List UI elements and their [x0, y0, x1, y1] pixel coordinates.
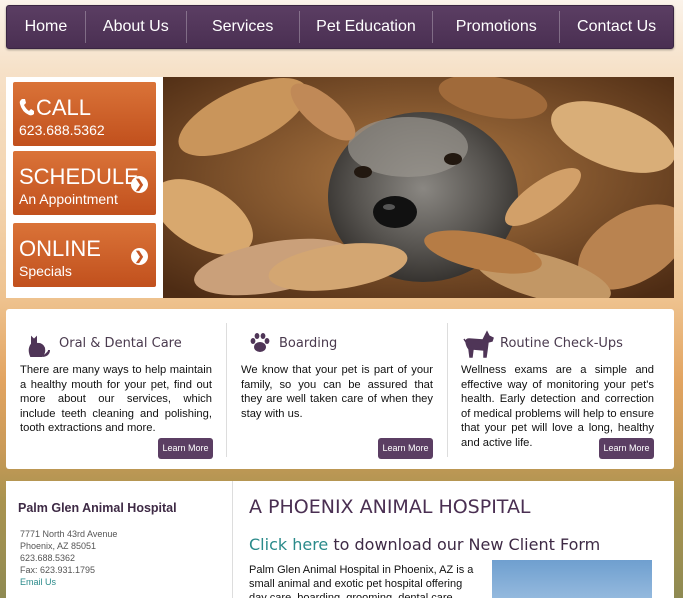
schedule-title: SCHEDULE: [19, 164, 139, 189]
online-title: ONLINE: [19, 236, 101, 261]
email-link[interactable]: Email Us: [20, 576, 117, 588]
download-form-link[interactable]: Click here: [249, 535, 328, 554]
schedule-subtitle: An Appointment: [19, 191, 118, 207]
service-title: Boarding: [279, 336, 338, 351]
service-description: We know that your pet is part of your fa…: [241, 364, 433, 420]
nav-home[interactable]: Home: [7, 11, 85, 43]
contact-panel: Palm Glen Animal Hospital 7771 North 43r…: [6, 481, 232, 598]
service-card-checkups: Routine Check-Ups Wellness exams are a s…: [448, 309, 674, 469]
service-title: Oral & Dental Care: [59, 336, 182, 351]
download-form-text: to download our New Client Form: [328, 535, 601, 554]
cta-column: CALL 623.688.5362 SCHEDULE An Appointmen…: [6, 77, 163, 298]
learn-more-button[interactable]: Learn More: [599, 438, 654, 459]
learn-more-button[interactable]: Learn More: [158, 438, 213, 459]
learn-more-button[interactable]: Learn More: [378, 438, 433, 459]
services-panel: Oral & Dental Care There are many ways t…: [6, 309, 674, 469]
service-card-boarding: Boarding We know that your pet is part o…: [227, 309, 447, 469]
fax-number: Fax: 623.931.1795: [20, 565, 96, 575]
hero-image: [163, 77, 674, 298]
chevron-right-icon: ❯: [131, 248, 148, 265]
nav-pet-education[interactable]: Pet Education: [300, 11, 433, 43]
nav-about-us[interactable]: About Us: [86, 11, 186, 43]
call-title: CALL: [36, 95, 92, 120]
nav-services[interactable]: Services: [187, 11, 299, 43]
service-card-dental: Oral & Dental Care There are many ways t…: [6, 309, 226, 469]
cat-icon: [25, 331, 51, 362]
service-description: There are many ways to help maintain a h…: [20, 364, 212, 434]
address-line-2: Phoenix, AZ 85051: [20, 541, 97, 551]
online-subtitle: Specials: [19, 263, 72, 279]
phone-number: 623.688.5362: [20, 553, 76, 563]
schedule-appointment-button[interactable]: SCHEDULE An Appointment ❯: [13, 151, 156, 215]
main-content: A PHOENIX ANIMAL HOSPITAL Click here to …: [232, 481, 674, 598]
service-title: Routine Check-Ups: [500, 336, 623, 351]
address-line-1: 7771 North 43rd Avenue: [20, 529, 118, 539]
chevron-right-icon: ❯: [131, 176, 148, 193]
phone-icon: [19, 98, 35, 121]
nav-promotions[interactable]: Promotions: [433, 11, 559, 43]
hospital-name: Palm Glen Animal Hospital: [18, 501, 177, 515]
call-button[interactable]: CALL 623.688.5362: [13, 82, 156, 146]
nav-contact-us[interactable]: Contact Us: [560, 11, 673, 43]
dog-icon: [463, 330, 495, 363]
intro-paragraph: Palm Glen Animal Hospital in Phoenix, AZ…: [249, 564, 474, 598]
main-nav: Home About Us Services Pet Education Pro…: [6, 5, 674, 49]
clinic-photo: [492, 560, 652, 598]
call-phone: 623.688.5362: [19, 122, 105, 138]
page-heading: A PHOENIX ANIMAL HOSPITAL: [249, 496, 531, 518]
paw-icon: [248, 331, 272, 360]
online-specials-button[interactable]: ONLINE Specials ❯: [13, 223, 156, 287]
service-description: Wellness exams are a simple and effectiv…: [461, 364, 654, 449]
